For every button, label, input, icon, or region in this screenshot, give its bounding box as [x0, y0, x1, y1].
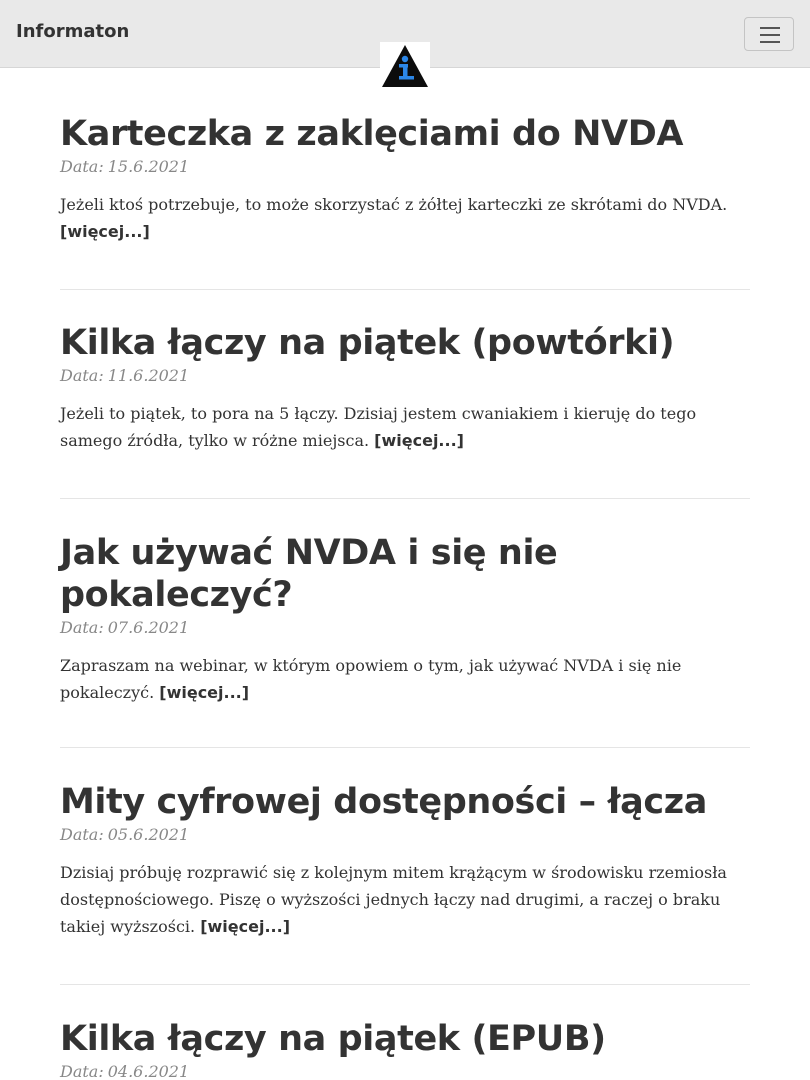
post-date: Data: 15.6.2021 — [60, 155, 750, 179]
post-date-label: Data: — [60, 1062, 104, 1080]
post-date-label: Data: — [60, 157, 104, 176]
post-item: Jak używać NVDA i się nie pokaleczyć? Da… — [60, 532, 750, 706]
post-date-label: Data: — [60, 825, 104, 844]
post-excerpt: Jeżeli ktoś potrzebuje, to może skorzyst… — [60, 191, 750, 245]
post-date-value: 05.6.2021 — [107, 825, 190, 844]
post-item: Kilka łączy na piątek (powtórki) Data: 11… — [60, 322, 750, 454]
post-date-value: 11.6.2021 — [107, 366, 190, 385]
post-date: Data: 07.6.2021 — [60, 616, 750, 640]
post-date: Data: 04.6.2021 — [60, 1060, 750, 1080]
read-more-link[interactable]: [więcej...] — [159, 683, 249, 702]
site-logo[interactable] — [380, 42, 430, 88]
post-title-line: Jak używać NVDA i się nie pokaleczyć? — [60, 533, 558, 615]
read-more-link[interactable]: [więcej...] — [60, 222, 150, 241]
post-excerpt: Jeżeli to piątek, to pora na 5 łączy. Dz… — [60, 400, 750, 454]
post-item: Karteczka z zaklęciami do NVDA Data: 15.6… — [60, 113, 750, 245]
post-title-link[interactable]: Karteczka z zaklęciami do NVDA — [60, 114, 683, 154]
navbar-toggle-button[interactable] — [744, 17, 794, 51]
post-item: Kilka łączy na piątek (EPUB) Data: 04.6.2… — [60, 1018, 750, 1080]
post-date-label: Data: — [60, 618, 104, 637]
post-item: Mity cyfrowej dostępności – łącza Data: 0… — [60, 781, 750, 940]
post-divider — [60, 747, 750, 748]
post-divider — [60, 984, 750, 985]
post-title-link[interactable]: Kilka łączy na piątek (EPUB) — [60, 1019, 606, 1059]
post-date-value: 04.6.2021 — [107, 1062, 190, 1080]
post-date-value: 07.6.2021 — [107, 618, 190, 637]
post-divider — [60, 498, 750, 499]
post-excerpt-text: Dzisiaj próbuję rozprawić się z kolejnym… — [60, 863, 727, 936]
post-title-link[interactable]: Mity cyfrowej dostępności – łącza — [60, 782, 707, 822]
post-excerpt: Zapraszam na webinar, w którym opowiem o… — [60, 652, 750, 706]
site-brand-link[interactable]: Informaton — [16, 21, 129, 42]
post-date: Data: 11.6.2021 — [60, 364, 750, 388]
info-triangle-logo-icon — [382, 45, 428, 87]
post-excerpt: Dzisiaj próbuję rozprawić się z kolejnym… — [60, 859, 750, 940]
post-date-label: Data: — [60, 366, 104, 385]
post-title-link[interactable]: Jak używać NVDA i się nie pokaleczyć? — [60, 532, 750, 616]
post-title-link[interactable]: Kilka łączy na piątek (powtórki) — [60, 323, 675, 363]
post-excerpt-text: Zapraszam na webinar, w którym opowiem o… — [60, 656, 682, 702]
post-excerpt-text: Jeżeli ktoś potrzebuje, to może skorzyst… — [60, 195, 728, 214]
post-date: Data: 05.6.2021 — [60, 823, 750, 847]
read-more-link[interactable]: [więcej...] — [200, 917, 290, 936]
read-more-link[interactable]: [więcej...] — [374, 431, 464, 450]
post-divider — [60, 289, 750, 290]
post-date-value: 15.6.2021 — [107, 157, 190, 176]
